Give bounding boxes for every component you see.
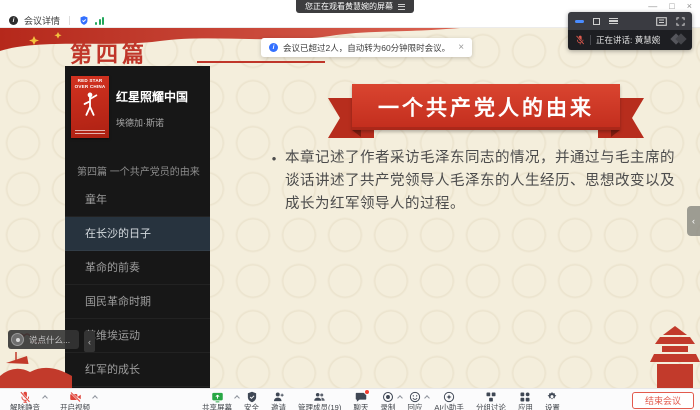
slide-title: 一个共产党人的由来 bbox=[352, 84, 620, 130]
panel-layout-icon[interactable] bbox=[656, 17, 667, 26]
panel-restore-icon[interactable] bbox=[593, 18, 600, 25]
sidebar-collapse-handle[interactable]: ‹ bbox=[84, 331, 95, 352]
chevron-up-icon[interactable] bbox=[234, 395, 240, 401]
breakout-icon bbox=[485, 391, 497, 403]
book-cover-title: RED STAR OVER CHINA bbox=[73, 78, 107, 89]
ribbon-banner: 一个共产党人的由来 bbox=[328, 84, 644, 144]
chat-button[interactable]: 聊天 bbox=[353, 391, 368, 410]
share-screen-button[interactable]: 共享屏幕 bbox=[202, 391, 232, 410]
unmute-button[interactable]: 解除静音 bbox=[10, 391, 40, 410]
chapter-item[interactable]: 红军的成长 bbox=[65, 353, 210, 387]
camera-off-icon bbox=[69, 391, 82, 403]
avatar-placeholder-logo bbox=[672, 35, 685, 43]
toolbar-end-group: 结束会议 bbox=[632, 391, 694, 409]
chapter-item[interactable]: 革命的前奏 bbox=[65, 251, 210, 285]
share-screen-icon bbox=[211, 391, 224, 403]
book-meta: 红星照耀中国 埃德加·斯诺 bbox=[116, 76, 188, 138]
apps-icon bbox=[519, 391, 531, 403]
chapter-item-selected[interactable]: 在长沙的日子 bbox=[65, 217, 210, 251]
panel-minimize-icon[interactable] bbox=[575, 20, 584, 23]
end-meeting-button[interactable]: 结束会议 bbox=[632, 392, 694, 409]
chapter-item[interactable]: 国民革命时期 bbox=[65, 285, 210, 319]
invite-button[interactable]: 邀请 bbox=[271, 391, 286, 410]
apps-button[interactable]: 应用 bbox=[518, 391, 533, 410]
corner-decoration-gate bbox=[650, 326, 700, 388]
meeting-toolbar: 解除静音 开启视频 共享屏幕 bbox=[0, 388, 700, 410]
mic-off-icon bbox=[19, 391, 31, 403]
slide-body: • 本章记述了作者采访毛泽东同志的情况，并通过与毛主席的谈话讲述了共产党领导人毛… bbox=[263, 147, 683, 216]
reaction-button[interactable]: 回应 bbox=[407, 391, 422, 410]
settings-button[interactable]: 设置 bbox=[545, 391, 560, 410]
book-cover: RED STAR OVER CHINA bbox=[71, 76, 109, 138]
chapter-list: 童年 在长沙的日子 革命的前奏 国民革命时期 苏维埃运动 红军的成长 bbox=[65, 183, 210, 387]
toolbar-left-group: 解除静音 开启视频 bbox=[10, 391, 90, 410]
breakout-rooms-button[interactable]: 分组讨论 bbox=[476, 391, 506, 410]
start-video-button[interactable]: 开启视频 bbox=[60, 391, 90, 410]
watching-banner-text: 您正在观看黄慧婉的屏幕 bbox=[305, 1, 393, 12]
panel-list-icon[interactable] bbox=[609, 18, 618, 25]
divider bbox=[69, 16, 70, 25]
speaker-panel-toolbar bbox=[568, 12, 692, 30]
toast-text: 会议已超过2人，自动转为60分钟限时会议。 bbox=[283, 42, 450, 54]
mic-muted-icon bbox=[575, 35, 585, 45]
chevron-up-icon[interactable] bbox=[398, 395, 404, 401]
meeting-toast: i 会议已超过2人，自动转为60分钟限时会议。 × bbox=[261, 38, 472, 57]
ribbon-fold-left bbox=[352, 130, 361, 137]
speaker-panel: 正在讲话: 黄慧婉 bbox=[568, 12, 692, 50]
slide-chapter-heading: 第四篇 bbox=[70, 37, 148, 69]
gear-icon bbox=[546, 391, 558, 403]
chevron-up-icon[interactable] bbox=[42, 395, 48, 401]
ai-assistant-button[interactable]: AI小助手 bbox=[434, 391, 464, 410]
security-button[interactable]: 安全 bbox=[244, 391, 259, 410]
security-shield-icon[interactable] bbox=[79, 15, 89, 26]
panel-expand-icon[interactable] bbox=[676, 17, 685, 26]
bullet-marker: • bbox=[263, 147, 285, 216]
maximize-button[interactable]: □ bbox=[669, 1, 674, 12]
toast-close-icon[interactable]: × bbox=[458, 42, 464, 53]
book-title: 红星照耀中国 bbox=[116, 88, 188, 105]
manage-members-button[interactable]: 管理成员(19) bbox=[298, 391, 341, 410]
cover-fineprint bbox=[75, 128, 105, 134]
meeting-menubar: i 会议详情 bbox=[0, 13, 104, 28]
shared-screen: 第四篇 i 会议已超过2人，自动转为60分钟限时会议。 × RED STAR O… bbox=[0, 28, 700, 388]
ai-assistant-icon bbox=[443, 391, 455, 403]
minimize-button[interactable]: — bbox=[648, 1, 657, 12]
toast-info-icon: i bbox=[269, 43, 278, 52]
chat-placeholder: 说点什么... bbox=[29, 334, 70, 346]
video-panel-expand-tab[interactable]: ‹ bbox=[687, 206, 700, 236]
invite-icon bbox=[272, 391, 285, 403]
shield-icon bbox=[246, 391, 258, 403]
book-header: RED STAR OVER CHINA 红星照耀中国 埃德加·斯诺 bbox=[71, 76, 206, 138]
record-icon bbox=[382, 391, 394, 403]
chat-avatar-icon bbox=[11, 333, 24, 346]
info-icon: i bbox=[9, 16, 18, 25]
speaking-label: 正在讲话: 黄慧婉 bbox=[596, 34, 660, 46]
network-signal-icon bbox=[95, 17, 104, 25]
speaker-status-row: 正在讲话: 黄慧婉 bbox=[568, 30, 692, 50]
trumpeter-figure-icon bbox=[80, 90, 100, 118]
members-icon bbox=[313, 391, 326, 403]
book-author: 埃德加·斯诺 bbox=[116, 116, 188, 129]
reaction-icon bbox=[409, 391, 421, 403]
watching-banner[interactable]: 您正在观看黄慧婉的屏幕 bbox=[296, 0, 414, 13]
close-button[interactable]: × bbox=[687, 1, 692, 12]
switch-view-icon[interactable] bbox=[398, 4, 405, 10]
chevron-up-icon[interactable] bbox=[425, 395, 431, 401]
section-label: 第四篇 一个共产党员的由来 bbox=[77, 163, 200, 178]
chat-unread-badge bbox=[364, 389, 370, 395]
meeting-window: 您正在观看黄慧婉的屏幕 — □ × i 会议详情 第四篇 i 会议已超过2人，自 bbox=[0, 0, 700, 410]
chevron-up-icon[interactable] bbox=[92, 395, 98, 401]
toolbar-center-group: 共享屏幕 安全 邀请 管理成员(19) bbox=[202, 391, 560, 410]
chat-quick-input[interactable]: 说点什么... bbox=[8, 330, 79, 349]
ribbon-fold-right bbox=[611, 130, 620, 137]
slide-body-text: 本章记述了作者采访毛泽东同志的情况，并通过与毛主席的谈话讲述了共产党领导人毛泽东… bbox=[285, 147, 683, 216]
chat-icon bbox=[355, 391, 367, 403]
record-button[interactable]: 录制 bbox=[380, 391, 395, 410]
window-controls: — □ × bbox=[648, 1, 692, 12]
divider bbox=[590, 35, 591, 45]
chapter-item[interactable]: 童年 bbox=[65, 183, 210, 217]
meeting-details-link[interactable]: 会议详情 bbox=[24, 14, 60, 27]
heading-underline bbox=[197, 61, 325, 63]
